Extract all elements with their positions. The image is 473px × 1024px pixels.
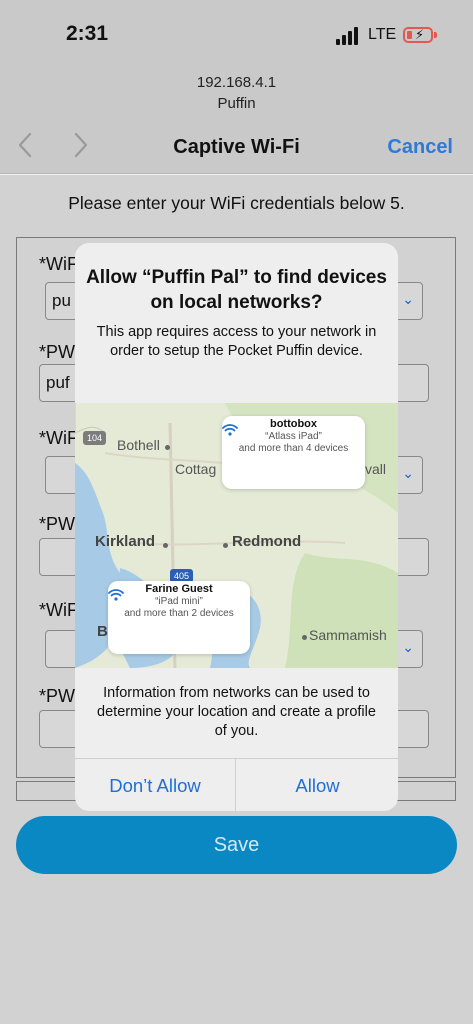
map-dot [163,543,168,548]
save-button[interactable]: Save [16,816,457,874]
chevron-down-icon: ⌄ [402,291,414,307]
wifi-icon [222,424,238,436]
allow-button[interactable]: Allow [237,759,398,811]
wifi-icon [108,589,124,601]
chevron-down-icon: ⌄ [402,639,414,655]
map-place-sammamish: Sammamish [309,627,387,643]
map-place-vall: vall [365,461,387,477]
device-count: and more than 2 devices [124,608,234,619]
network-card-bottobox: bottobox “Atlass iPad” and more than 4 d… [222,416,365,489]
device-name: “iPad mini” [155,596,203,607]
dont-allow-button[interactable]: Don’t Allow [75,759,236,811]
map-dot [302,635,307,640]
page-url: 192.168.4.1 [196,74,277,91]
location-map: 104 Bothell Cottag vall Kirkland Redmond… [75,403,398,668]
password-input-1-value: puf [46,373,70,392]
map-dot [223,543,228,548]
wifi-select-1-value: pu [52,291,71,310]
instructions-text: Please enter your WiFi credentials below… [68,193,405,213]
navigation-bar: Captive Wi-Fi Cancel [0,120,473,174]
wifi-label-1: *WiF [39,254,78,274]
alert-message: This app requires access to your network… [96,324,377,359]
map-place-kirkland: Kirkland [95,533,156,550]
alert-footer-text: Information from networks can be used to… [97,685,376,739]
password-label-3: *PW [39,686,75,706]
map-place-redmond: Redmond [232,533,302,550]
status-time: 2:31 [66,22,109,45]
password-label-1: *PW [39,342,75,362]
route-104-shield: 104 [83,431,107,445]
battery-charging-icon: ⚡ [403,27,437,43]
map-place-bothell: Bothell [117,437,160,453]
wifi-label-2: *WiF [39,428,78,448]
wifi-label-3: *WiF [39,600,78,620]
site-name: Puffin [217,95,256,112]
network-type: LTE [368,26,397,43]
status-bar: 2:31 LTE ⚡ [0,0,473,66]
cellular-signal-icon [336,27,362,45]
device-name: “Atlass iPad” [265,431,322,442]
network-name: Farine Guest [145,583,213,595]
network-card-farine-guest: Farine Guest “iPad mini” and more than 2… [108,581,250,654]
chevron-down-icon: ⌄ [402,465,414,481]
alert-title: Allow “Puffin Pal” to find devices on lo… [86,267,387,313]
cancel-button[interactable]: Cancel [387,136,453,159]
map-place-b: B [97,623,108,640]
network-name: bottobox [269,418,318,430]
url-header: 192.168.4.1 Puffin [0,66,473,120]
map-dot [165,445,170,450]
local-network-permission-alert: Allow “Puffin Pal” to find devices on lo… [75,243,398,811]
device-count: and more than 4 devices [238,443,349,454]
map-place-cottage: Cottag [175,461,217,477]
password-label-2: *PW [39,514,75,534]
alert-button-row: Don’t Allow Allow [75,758,398,811]
